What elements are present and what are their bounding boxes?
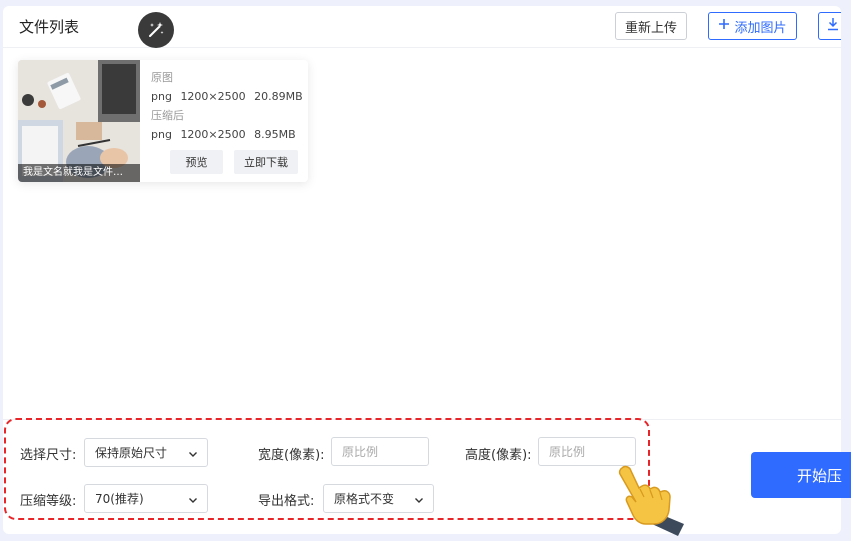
compression-level-value: 70(推荐) (95, 492, 144, 506)
download-all-button[interactable] (818, 12, 841, 40)
height-placeholder: 原比例 (549, 445, 586, 459)
export-format-value: 原格式不变 (334, 492, 395, 506)
size-select[interactable]: 保持原始尺寸 (84, 438, 208, 467)
file-info: 原图 png 1200×2500 20.89MB 压缩后 png 1200×25… (151, 68, 303, 144)
export-format-select[interactable]: 原格式不变 (323, 484, 434, 513)
add-image-button[interactable]: 添加图片 (708, 12, 797, 40)
original-label: 原图 (151, 71, 173, 84)
compressed-label: 压缩后 (151, 109, 184, 122)
page-title: 文件列表 (19, 18, 80, 36)
file-card: 我是文名就我是文件… 原图 png 1200×2500 20.89MB 压缩后 … (18, 60, 308, 182)
size-select-value: 保持原始尺寸 (95, 446, 168, 460)
original-dimensions: 1200×2500 (180, 90, 246, 103)
thumbnail-filename: 我是文名就我是文件… (18, 164, 140, 182)
add-image-label: 添加图片 (734, 20, 787, 36)
magic-wand-icon[interactable] (138, 12, 174, 48)
compressed-format: png (151, 128, 172, 141)
height-label: 高度(像素): (465, 448, 532, 463)
chevron-down-icon (414, 494, 424, 508)
download-now-label: 立即下载 (244, 156, 288, 169)
file-list-header: 文件列表 重新上传 添加图片 (3, 6, 841, 48)
original-size: 20.89MB (254, 90, 303, 103)
file-thumbnail[interactable]: 我是文名就我是文件… (18, 60, 140, 182)
original-format: png (151, 90, 172, 103)
original-details: png 1200×2500 20.89MB (151, 87, 303, 106)
chevron-down-icon (188, 494, 198, 508)
download-now-button[interactable]: 立即下载 (234, 150, 298, 174)
compressed-size: 8.95MB (254, 128, 296, 141)
compression-level-label: 压缩等级: (20, 494, 77, 509)
start-compress-label: 开始压 (797, 466, 843, 485)
width-label: 宽度(像素): (258, 448, 325, 463)
download-icon (826, 17, 840, 35)
pointing-hand-icon (612, 462, 687, 540)
plus-icon (718, 18, 730, 34)
start-compress-button[interactable]: 开始压 (751, 452, 851, 498)
compressed-dimensions: 1200×2500 (180, 128, 246, 141)
size-label: 选择尺寸: (20, 448, 77, 463)
width-placeholder: 原比例 (342, 445, 379, 459)
preview-label: 预览 (185, 156, 208, 169)
preview-button[interactable]: 预览 (170, 150, 223, 174)
compression-level-select[interactable]: 70(推荐) (84, 484, 208, 513)
reupload-label: 重新上传 (624, 20, 677, 36)
reupload-button[interactable]: 重新上传 (615, 12, 687, 40)
export-format-label: 导出格式: (258, 494, 315, 509)
compressed-details: png 1200×2500 8.95MB (151, 125, 303, 144)
width-input[interactable]: 原比例 (331, 437, 429, 466)
chevron-down-icon (188, 448, 198, 462)
